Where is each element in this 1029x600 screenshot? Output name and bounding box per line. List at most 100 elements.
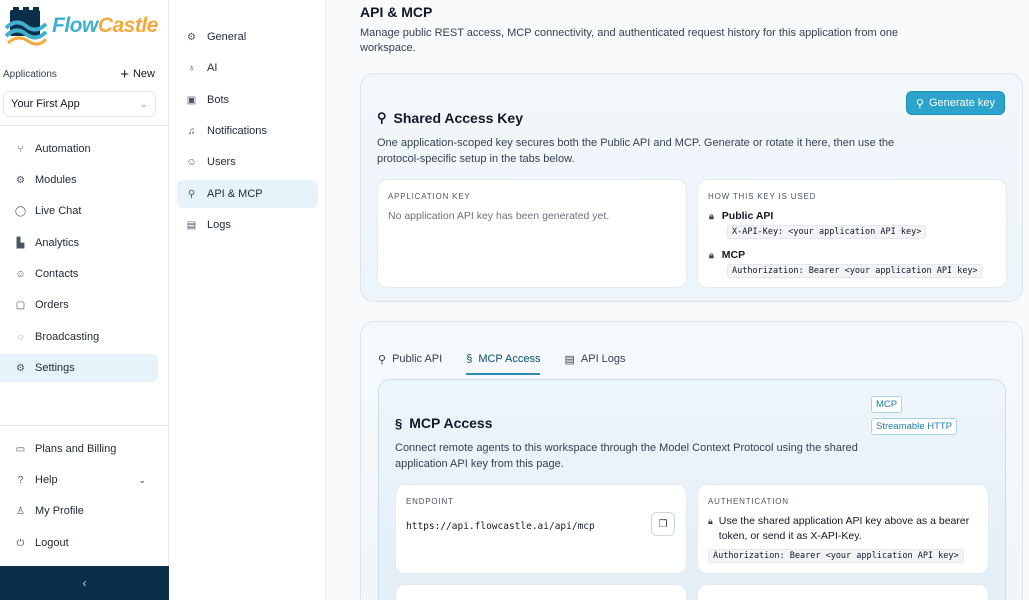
endpoint-label: ENDPOINT xyxy=(406,497,454,506)
applications-header: Applications + New xyxy=(3,65,155,83)
document-icon: ▤ xyxy=(186,219,197,231)
lock-icon: 🔒︎ xyxy=(709,249,714,260)
subnav-item-notifications[interactable]: ♫ Notifications xyxy=(177,117,318,145)
generate-key-button[interactable]: ⚲ Generate key xyxy=(905,91,1005,115)
endpoint-panel: ENDPOINT https://api.flowcastle.ai/api/m… xyxy=(395,484,687,574)
subnav-item-general[interactable]: ⚙ General xyxy=(177,23,318,51)
mcp-header-code: Authorization: Bearer <your application … xyxy=(727,264,983,278)
main-sidebar: FlowCastle Applications + New Your First … xyxy=(0,0,169,600)
tab-api-logs[interactable]: ▤ API Logs xyxy=(564,348,625,370)
users-icon: ☺ xyxy=(186,156,197,168)
endpoint-url[interactable]: https://api.flowcastle.ai/api/mcp xyxy=(406,521,595,532)
key-usage-label: HOW THIS KEY IS USED xyxy=(708,192,817,201)
key-icon: ⚲ xyxy=(377,110,387,125)
help-icon: ? xyxy=(17,474,24,486)
lock-icon: 🔒︎ xyxy=(709,210,714,221)
authentication-label: AUTHENTICATION xyxy=(708,497,789,506)
gear-icon: ⚙ xyxy=(16,174,25,186)
contacts-icon: ☺ xyxy=(15,268,26,280)
copy-icon: ❐ xyxy=(658,518,668,530)
copy-endpoint-button[interactable]: ❐ xyxy=(651,512,675,536)
bulb-icon: ♁ xyxy=(187,62,196,74)
permission-model-panel xyxy=(395,584,687,600)
mcp-icon: § xyxy=(395,415,403,431)
castle-logo-icon xyxy=(4,7,48,46)
broadcast-icon: ◌ xyxy=(17,331,24,343)
shared-access-key-card: ⚲ Generate key ⚲ Shared Access Key One app… xyxy=(360,73,1023,302)
application-key-empty-text: No application API key has been generate… xyxy=(388,210,610,222)
sidebar-item-orders[interactable]: ▢ Orders xyxy=(0,291,158,319)
tab-public-api[interactable]: ⚲ Public API xyxy=(378,348,442,370)
authentication-description: 🔒︎ Use the shared application API key abo… xyxy=(708,515,970,542)
lock-icon: 🔒︎ xyxy=(708,516,713,526)
chevron-left-icon: ‹ xyxy=(82,576,87,590)
sidebar-item-logout[interactable]: ⏻ Logout xyxy=(0,529,158,557)
search-key-icon: ⚲ xyxy=(915,97,924,110)
shared-access-key-description: One application-scoped key secures both … xyxy=(377,137,895,165)
settings-subnav: ⚙ General ♁ AI ▣ Bots ♫ Notifications ☺ Users… xyxy=(169,0,326,600)
mcp-access-panel: MCP Streamable HTTP § MCP Access Connect … xyxy=(378,379,1006,600)
chat-icon: ◯ xyxy=(14,205,27,217)
sidebar-item-my-profile[interactable]: ♙ My Profile xyxy=(0,497,158,525)
subnav-item-users[interactable]: ☺ Users xyxy=(177,148,318,176)
key-usage-panel: HOW THIS KEY IS USED 🔒︎ Public API X-API-… xyxy=(697,179,1007,288)
subnav-item-ai[interactable]: ♁ AI xyxy=(177,54,318,82)
chevron-down-icon: ⌄ xyxy=(139,98,148,110)
collapse-sidebar-button[interactable]: ‹ xyxy=(0,566,169,600)
sidebar-divider xyxy=(0,125,169,126)
power-icon: ⏻ xyxy=(16,537,25,549)
selected-app-label: Your First App xyxy=(11,98,80,110)
app-selector[interactable]: Your First App ⌄ xyxy=(3,91,156,117)
streamable-http-badge: Streamable HTTP xyxy=(871,418,958,435)
cart-icon: ▢ xyxy=(15,299,26,311)
sidebar-item-analytics[interactable]: ▙ Analytics xyxy=(0,229,158,257)
public-api-header-code: X-API-Key: <your application API key> xyxy=(727,225,927,239)
gear-icon: ⚙ xyxy=(187,31,196,43)
chart-icon: ▙ xyxy=(16,237,25,249)
subnav-item-logs[interactable]: ▤ Logs xyxy=(177,211,318,239)
subnav-item-bots[interactable]: ▣ Bots xyxy=(177,86,318,114)
tab-mcp-access[interactable]: § MCP Access xyxy=(466,348,541,375)
authentication-header-code: Authorization: Bearer <your application … xyxy=(708,549,964,563)
mcp-badge: MCP xyxy=(871,396,903,413)
page-title: API & MCP xyxy=(360,4,433,20)
applications-label: Applications xyxy=(3,68,57,80)
sidebar-item-automation[interactable]: ⑂ Automation xyxy=(0,135,158,163)
sidebar-item-contacts[interactable]: ☺ Contacts xyxy=(0,260,158,288)
sidebar-item-plans-billing[interactable]: ▭ Plans and Billing xyxy=(0,435,158,463)
sidebar-item-settings[interactable]: ⚙ Settings xyxy=(0,354,158,382)
sidebar-item-broadcasting[interactable]: ◌ Broadcasting xyxy=(0,323,158,351)
application-key-label: APPLICATION KEY xyxy=(388,192,471,201)
bot-icon: ▣ xyxy=(186,94,197,106)
gear-icon: ⚙ xyxy=(16,362,25,374)
subnav-item-api-mcp[interactable]: ⚲ API & MCP xyxy=(177,180,318,208)
new-app-button[interactable]: + New xyxy=(120,65,155,83)
sidebar-item-help[interactable]: ? Help ⌄ xyxy=(0,466,158,494)
bell-icon: ♫ xyxy=(187,125,196,137)
mcp-access-description: Connect remote agents to this workspace … xyxy=(395,442,858,470)
branch-icon: ⑂ xyxy=(17,143,24,155)
usage-mcp: 🔒︎ MCP xyxy=(709,249,746,261)
shared-access-key-title: ⚲ Shared Access Key xyxy=(377,110,523,126)
brand-name: FlowCastle xyxy=(52,14,158,37)
application-key-panel: APPLICATION KEY No application API key h… xyxy=(377,179,687,288)
available-tools-panel xyxy=(697,584,989,600)
usage-public-api: 🔒︎ Public API xyxy=(709,210,774,222)
plus-icon: + xyxy=(120,65,129,83)
mcp-icon: § xyxy=(466,353,473,365)
plug-icon: ⚲ xyxy=(187,188,196,200)
authentication-panel: AUTHENTICATION 🔒︎ Use the shared applicat… xyxy=(697,484,989,574)
plug-icon: ⚲ xyxy=(378,353,387,366)
sidebar-item-modules[interactable]: ⚙ Modules xyxy=(0,166,158,194)
sidebar-divider xyxy=(0,425,169,426)
page-description: Manage public REST access, MCP connectiv… xyxy=(360,27,899,54)
user-icon: ♙ xyxy=(16,505,25,517)
protocol-tabs: ⚲ Public API § MCP Access ▤ API Logs xyxy=(378,348,650,375)
mcp-access-title: § MCP Access xyxy=(395,415,493,431)
main-content: API & MCP Manage public REST access, MCP… xyxy=(326,0,1029,600)
chevron-down-icon: ⌄ xyxy=(138,474,146,485)
document-icon: ▤ xyxy=(564,353,575,366)
card-icon: ▭ xyxy=(15,443,26,455)
sidebar-item-live-chat[interactable]: ◯ Live Chat xyxy=(0,197,158,225)
brand-logo[interactable]: FlowCastle xyxy=(4,6,158,46)
